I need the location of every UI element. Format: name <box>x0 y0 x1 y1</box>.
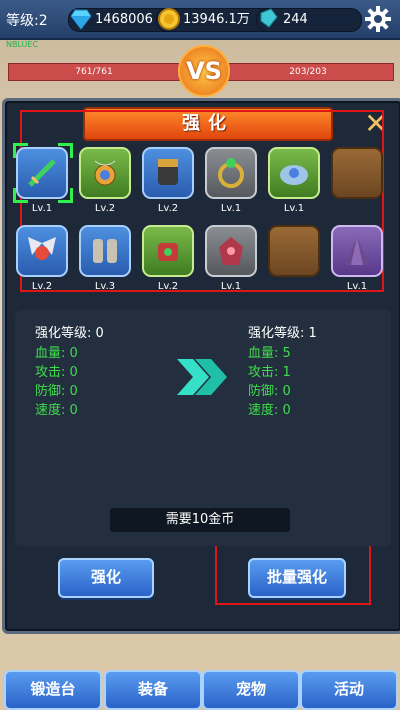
equipment-slot[interactable] <box>16 225 68 277</box>
equipment-slot[interactable] <box>268 147 320 199</box>
item-level-label: Lv.3 <box>94 281 116 292</box>
battle-bar: 761/761 203/203 VS <box>0 45 400 97</box>
crystal-value: 244 <box>283 12 308 27</box>
item-level-label: Lv.1 <box>283 203 305 214</box>
next-speed: 速度: 0 <box>248 403 291 418</box>
batch-enhance-button[interactable]: 批量强化 <box>248 558 346 598</box>
current-speed: 速度: 0 <box>35 403 78 418</box>
gear-icon[interactable] <box>364 5 392 33</box>
gauntlet-icon <box>158 159 178 185</box>
item-level-label: Lv.1 <box>31 203 53 214</box>
crystal-icon <box>260 8 278 28</box>
player-name-tag: NBLUEC <box>6 40 39 49</box>
ring-icon <box>218 158 244 188</box>
item-level-label: Lv.2 <box>157 203 179 214</box>
empty-slot[interactable] <box>268 225 320 277</box>
diamond-icon <box>70 9 92 30</box>
top-bar: 等级:2 1468006 13946.1万 244 <box>0 0 400 40</box>
item-level-label: Lv.2 <box>157 281 179 292</box>
empty-slot[interactable] <box>331 147 383 199</box>
item-level-label: Lv.1 <box>220 203 242 214</box>
item-level-label: Lv.2 <box>94 203 116 214</box>
enemy-hp-bar: 203/203 <box>222 63 394 81</box>
gold-coin-icon <box>158 8 180 30</box>
cost-label: 需要10金币 <box>110 508 290 532</box>
nav-events[interactable]: 活动 <box>300 670 398 710</box>
nav-forge[interactable]: 锻造台 <box>4 670 102 710</box>
gems-value: 1468006 <box>95 12 153 27</box>
next-attack: 攻击: 1 <box>248 365 291 380</box>
current-defense: 防御: 0 <box>35 384 78 399</box>
next-enhance-level: 强化等级: 1 <box>248 326 317 341</box>
boots-icon <box>93 239 117 263</box>
equipment-slot[interactable] <box>142 225 194 277</box>
player-hp-bar: 761/761 <box>8 63 180 81</box>
item-level-label: Lv.2 <box>31 281 53 292</box>
amulet-icon <box>94 160 116 186</box>
equipment-slot[interactable] <box>205 225 257 277</box>
double-arrow-icon <box>177 359 227 395</box>
equipment-slot[interactable] <box>79 225 131 277</box>
cloak-icon <box>345 237 369 265</box>
equipment-slot[interactable] <box>205 147 257 199</box>
spiked-armor-icon <box>219 237 243 265</box>
winged-emblem-icon <box>28 237 56 260</box>
pauldron-icon <box>280 165 308 185</box>
current-attack: 攻击: 0 <box>35 365 78 380</box>
nav-pets[interactable]: 宠物 <box>202 670 300 710</box>
bracer-icon <box>158 243 178 261</box>
equipment-highlight-box <box>20 110 384 292</box>
selection-frame <box>13 143 73 203</box>
player-level: 等级:2 <box>6 13 48 29</box>
vs-emblem: VS <box>178 45 230 97</box>
crystal-counter: 244 <box>256 8 362 32</box>
item-level-label: Lv.1 <box>346 281 368 292</box>
equipment-slot[interactable] <box>331 225 383 277</box>
next-defense: 防御: 0 <box>248 384 291 399</box>
equipment-slot[interactable] <box>142 147 194 199</box>
item-level-label: Lv.1 <box>220 281 242 292</box>
nav-equipment[interactable]: 装备 <box>104 670 202 710</box>
current-hp: 血量: 0 <box>35 346 78 361</box>
next-hp: 血量: 5 <box>248 346 291 361</box>
current-enhance-level: 强化等级: 0 <box>35 326 104 341</box>
equipment-slot[interactable] <box>79 147 131 199</box>
gold-value: 13946.1万 <box>183 12 250 27</box>
enhance-button[interactable]: 强化 <box>58 558 154 598</box>
